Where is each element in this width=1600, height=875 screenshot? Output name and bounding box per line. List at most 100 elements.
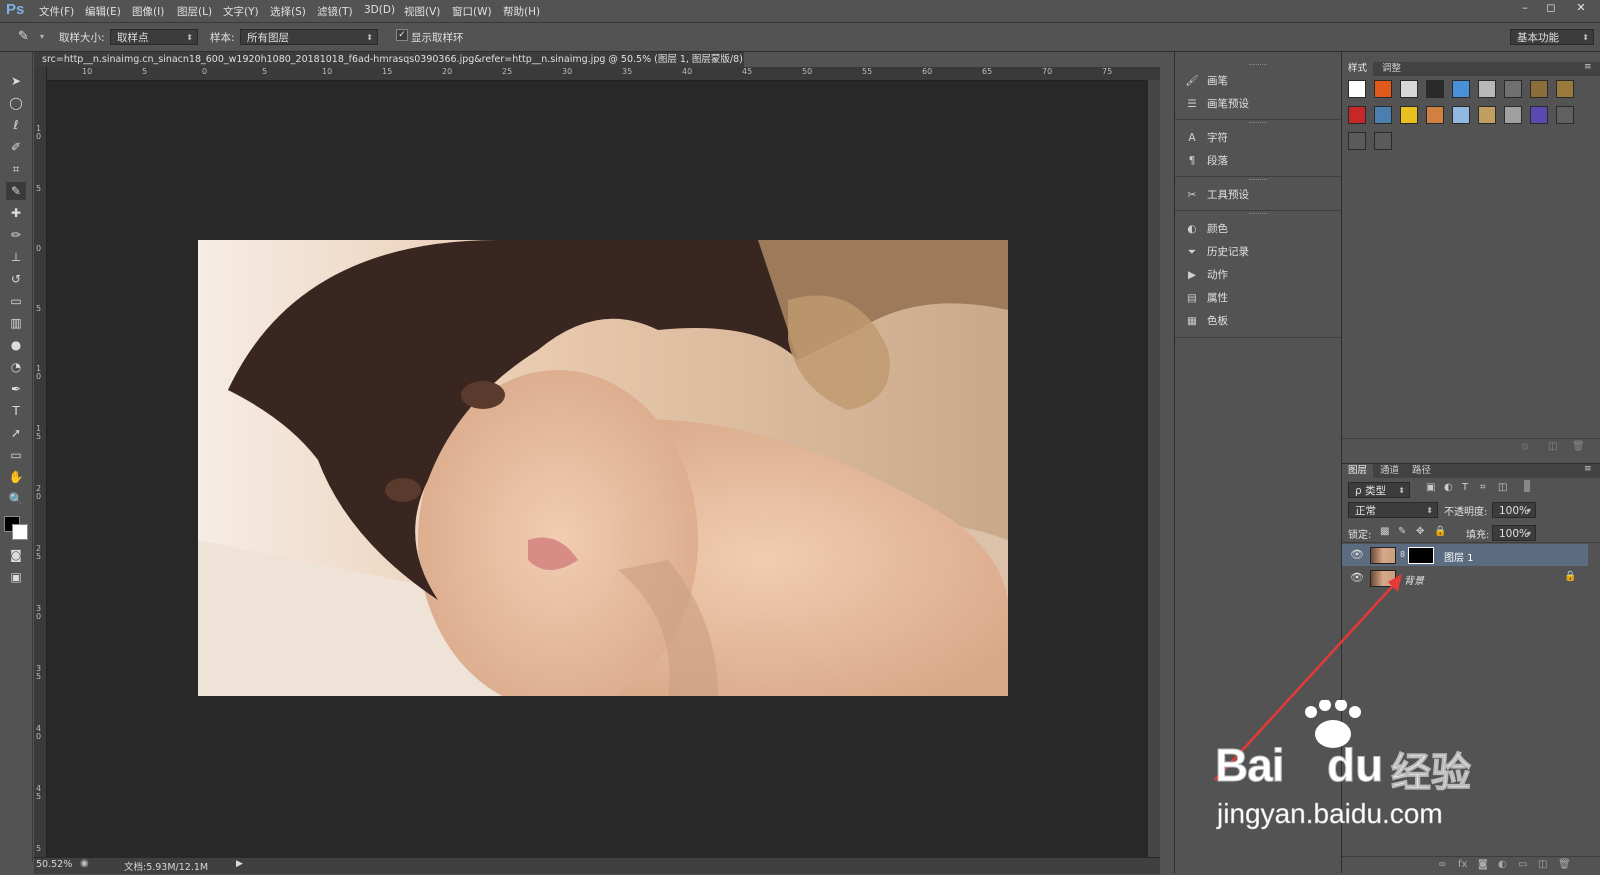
panel-button-tool-preset[interactable]: ✂ 工具预设 [1183,186,1249,204]
status-info-icon[interactable]: ◉ [80,858,89,869]
workspace-dropdown[interactable]: 基本功能 ⬍ [1510,29,1594,45]
filter-shape-icon[interactable]: ⌗ [1480,482,1486,493]
shape-tool-icon[interactable]: ▭ [6,446,26,464]
layer-name[interactable]: 图层 1 [1444,549,1474,564]
style-swatch[interactable] [1556,106,1574,124]
delete-layer-icon[interactable]: 🗑 [1558,859,1571,870]
tab-channels[interactable]: 通道 [1374,464,1405,478]
menu-layer[interactable]: 图层(L) [177,4,212,19]
move-tool-icon[interactable]: ➤ [6,72,26,90]
lock-all-icon[interactable]: 🔒 [1434,526,1446,537]
eraser-tool-icon[interactable]: ▭ [6,292,26,310]
menu-file[interactable]: 文件(F) [39,4,74,19]
add-mask-icon[interactable]: ◙ [1478,859,1488,870]
style-swatch[interactable] [1504,106,1522,124]
panel-button-brush-preset[interactable]: ☰ 画笔预设 [1183,95,1249,113]
canvas-scrollbar[interactable] [1148,80,1160,857]
background-color-swatch[interactable] [12,524,28,540]
style-swatch[interactable] [1426,80,1444,98]
new-group-icon[interactable]: ▭ [1518,859,1527,870]
panel-grip[interactable] [1249,179,1267,182]
style-swatch[interactable] [1452,80,1470,98]
opacity-input[interactable]: 100% ▾ [1492,502,1536,518]
zoom-level[interactable]: 50.52% [36,859,72,870]
delete-style-icon[interactable]: 🗑 [1572,441,1585,452]
style-swatch[interactable] [1400,106,1418,124]
quick-select-tool-icon[interactable]: ✐ [6,138,26,156]
tab-styles[interactable]: 样式 [1342,62,1374,76]
panel-button-history[interactable]: ⏷ 历史记录 [1183,243,1249,261]
style-swatch[interactable] [1452,106,1470,124]
menu-image[interactable]: 图像(I) [132,4,164,19]
gradient-tool-icon[interactable]: ▥ [6,314,26,332]
lock-position-icon[interactable]: ✥ [1416,526,1424,537]
eye-icon[interactable]: 👁 [1350,548,1364,561]
dodge-tool-icon[interactable]: ◔ [6,358,26,376]
lock-pixels-icon[interactable]: ✎ [1398,526,1406,537]
menu-select[interactable]: 选择(S) [270,4,306,19]
filter-adjustment-icon[interactable]: ◐ [1444,482,1453,493]
zoom-tool-icon[interactable]: 🔍 [6,490,26,508]
document-tab[interactable]: src=http__n.sinaimg.cn_sinacn18_600_w192… [34,52,744,67]
style-swatch[interactable] [1348,132,1366,150]
style-swatch[interactable] [1348,106,1366,124]
style-swatch[interactable] [1530,80,1548,98]
panel-button-actions[interactable]: ▶ 动作 [1183,266,1228,284]
blur-tool-icon[interactable]: ● [6,336,26,354]
clear-style-icon[interactable]: ⦸ [1522,441,1529,452]
menu-type[interactable]: 文字(Y) [223,4,259,19]
style-swatch[interactable] [1478,106,1496,124]
panel-button-swatches[interactable]: ▦ 色板 [1183,312,1228,330]
marquee-tool-icon[interactable]: ◯ [6,94,26,112]
panel-button-character[interactable]: A 字符 [1183,129,1228,147]
quick-mask-icon[interactable]: ◙ [6,546,26,564]
panel-grip[interactable] [1249,122,1267,125]
canvas-photo[interactable] [198,240,1008,696]
mask-link-icon[interactable]: 8 [1400,550,1405,559]
panel-menu-icon[interactable]: ≡ [1584,464,1592,474]
style-swatch[interactable] [1374,80,1392,98]
tab-paths[interactable]: 路径 [1406,464,1437,478]
new-style-icon[interactable]: ◫ [1548,441,1557,452]
eyedropper-tool-icon[interactable]: ✎ [18,29,29,44]
eyedropper-tool-icon[interactable]: ✎ [6,182,26,200]
panel-grip[interactable] [1249,64,1267,67]
panel-grip[interactable] [1249,213,1267,216]
layer-filter-dropdown[interactable]: ρ 类型 ⬍ [1348,482,1410,498]
panel-button-color[interactable]: ◐ 颜色 [1183,220,1228,238]
path-select-tool-icon[interactable]: ➚ [6,424,26,442]
restore-button[interactable]: ◻ [1540,0,1562,16]
clone-stamp-tool-icon[interactable]: ⊥ [6,248,26,266]
brush-tool-icon[interactable]: ✏ [6,226,26,244]
panel-button-properties[interactable]: ▤ 属性 [1183,289,1228,307]
menu-edit[interactable]: 编辑(E) [85,4,121,19]
new-layer-icon[interactable]: ◫ [1538,859,1547,870]
lasso-tool-icon[interactable]: ℓ [6,116,26,134]
menu-help[interactable]: 帮助(H) [503,4,540,19]
panel-menu-icon[interactable]: ≡ [1584,62,1592,72]
close-button[interactable]: ✕ [1570,0,1592,16]
healing-brush-tool-icon[interactable]: ✚ [6,204,26,222]
tool-preset-arrow-icon[interactable]: ▾ [40,32,44,41]
style-swatch[interactable] [1504,80,1522,98]
sample-size-dropdown[interactable]: 取样点 ⬍ [110,29,198,45]
layer-style-icon[interactable]: fx [1458,859,1467,870]
style-swatch[interactable] [1478,80,1496,98]
sample-dropdown[interactable]: 所有图层 ⬍ [240,29,378,45]
status-menu-arrow-icon[interactable]: ▶ [236,859,243,869]
filter-type-icon[interactable]: T [1462,482,1468,493]
link-layers-icon[interactable]: ∞ [1438,859,1446,870]
menu-filter[interactable]: 滤镜(T) [317,4,353,19]
filter-pixel-icon[interactable]: ▣ [1426,482,1435,493]
screen-mode-icon[interactable]: ▣ [6,568,26,586]
hand-tool-icon[interactable]: ✋ [6,468,26,486]
tab-adjustments[interactable]: 调整 [1376,62,1407,76]
blend-mode-dropdown[interactable]: 正常 ⬍ [1348,502,1438,518]
minimize-button[interactable]: – [1514,0,1536,16]
filter-smart-object-icon[interactable]: ◫ [1498,482,1507,493]
style-swatch[interactable] [1556,80,1574,98]
style-swatch[interactable] [1374,106,1392,124]
style-swatch[interactable] [1374,132,1392,150]
adjustment-layer-icon[interactable]: ◐ [1498,859,1507,870]
show-ring-checkbox[interactable]: ✓ [396,29,408,41]
